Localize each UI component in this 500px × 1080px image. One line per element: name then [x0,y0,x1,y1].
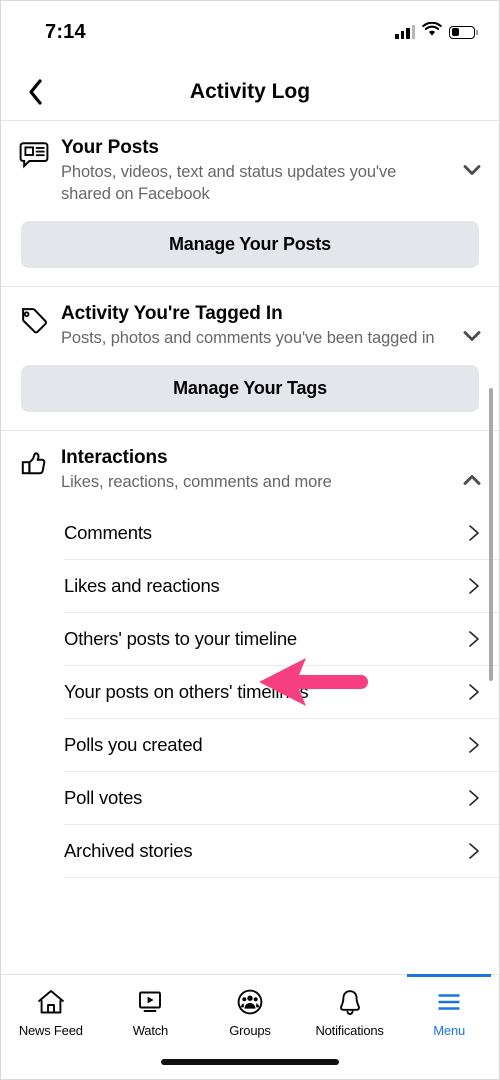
list-item-label: Archived stories [64,840,193,861]
home-indicator [161,1059,339,1065]
chevron-up-icon[interactable] [461,469,483,491]
tab-label: Groups [229,1023,271,1038]
list-item-label: Polls you created [64,734,203,755]
list-item[interactable]: Comments [64,507,499,560]
list-item[interactable]: Polls you created [64,719,499,772]
section-header-activity-tagged-in[interactable]: Activity You're Tagged In Posts, photos … [1,287,499,363]
chevron-right-icon [465,630,483,648]
section-header-your-posts[interactable]: Your Posts Photos, videos, text and stat… [1,121,499,219]
manage-your-tags-button[interactable]: Manage Your Tags [21,365,479,412]
manage-your-posts-button[interactable]: Manage Your Posts [21,221,479,268]
tab-watch[interactable]: Watch [101,975,201,1051]
section-title: Activity You're Tagged In [61,303,283,324]
tab-label: Watch [132,1023,169,1038]
home-icon [36,988,66,1016]
bottom-tab-bar: News Feed Watch Groups Notifications Men… [1,974,499,1079]
page-title: Activity Log [189,79,311,103]
active-tab-indicator [407,974,492,977]
list-item-label: Poll votes [64,787,143,808]
back-button[interactable] [19,75,53,109]
status-clock: 7:14 [45,20,86,43]
activity-log-list[interactable]: Your Posts Photos, videos, text and stat… [1,121,499,974]
interactions-sublist: Comments Likes and reactions Others' pos… [1,507,499,878]
tab-notifications[interactable]: Notifications [300,975,400,1051]
list-item-label: Others' posts to your timeline [64,628,297,649]
tab-label: News Feed [18,1023,83,1038]
chevron-right-icon [465,524,483,542]
status-bar: 7:14 [1,1,499,63]
section-subtitle: Likes, reactions, comments and more [61,473,332,491]
list-item[interactable]: Poll votes [64,772,499,825]
wifi-icon [422,21,442,42]
scrollbar-thumb[interactable] [489,388,493,681]
chevron-right-icon [465,789,483,807]
tab-menu[interactable]: Menu [399,974,499,1051]
chevron-left-icon [29,78,42,105]
manage-your-tags-wrap: Manage Your Tags [1,363,499,430]
chevron-right-icon [465,736,483,754]
section-subtitle: Posts, photos and comments you've been t… [61,329,435,347]
tab-groups[interactable]: Groups [200,975,300,1051]
video-play-icon [135,988,165,1016]
thumbs-up-icon [19,447,61,479]
list-item-label: Comments [64,522,152,543]
phone-screen: 7:14 Activity Log Your Posts Photos, vid… [0,0,500,1080]
section-subtitle: Photos, videos, text and status updates … [61,163,397,203]
chevron-down-icon[interactable] [461,325,483,347]
list-item[interactable]: Archived stories [64,825,499,878]
list-item[interactable]: Others' posts to your timeline [64,613,499,666]
tag-icon [19,303,61,335]
list-item[interactable]: Your posts on others' timelines [64,666,499,719]
post-bubble-icon [19,137,61,169]
chevron-down-icon[interactable] [461,159,483,181]
hamburger-menu-icon [434,988,464,1016]
tab-label: Notifications [315,1023,384,1038]
list-item-label: Your posts on others' timelines [64,681,309,702]
bell-icon [335,988,365,1016]
chevron-right-icon [465,577,483,595]
section-title: Your Posts [61,137,159,158]
nav-bar: Activity Log [1,63,499,121]
tab-news-feed[interactable]: News Feed [1,975,101,1051]
manage-your-posts-wrap: Manage Your Posts [1,219,499,286]
chevron-right-icon [465,842,483,860]
list-item-label: Likes and reactions [64,575,220,596]
section-header-interactions[interactable]: Interactions Likes, reactions, comments … [1,431,499,507]
cellular-signal-icon [395,25,415,39]
section-activity-tagged-in: Activity You're Tagged In Posts, photos … [1,287,499,431]
section-title: Interactions [61,447,168,468]
section-interactions: Interactions Likes, reactions, comments … [1,431,499,878]
groups-people-icon [235,988,265,1016]
status-indicators [395,21,478,42]
tab-label: Menu [433,1023,466,1038]
section-your-posts: Your Posts Photos, videos, text and stat… [1,121,499,287]
list-item[interactable]: Likes and reactions [64,560,499,613]
battery-icon [449,25,478,39]
chevron-right-icon [465,683,483,701]
scrollbar-track[interactable] [489,122,496,973]
